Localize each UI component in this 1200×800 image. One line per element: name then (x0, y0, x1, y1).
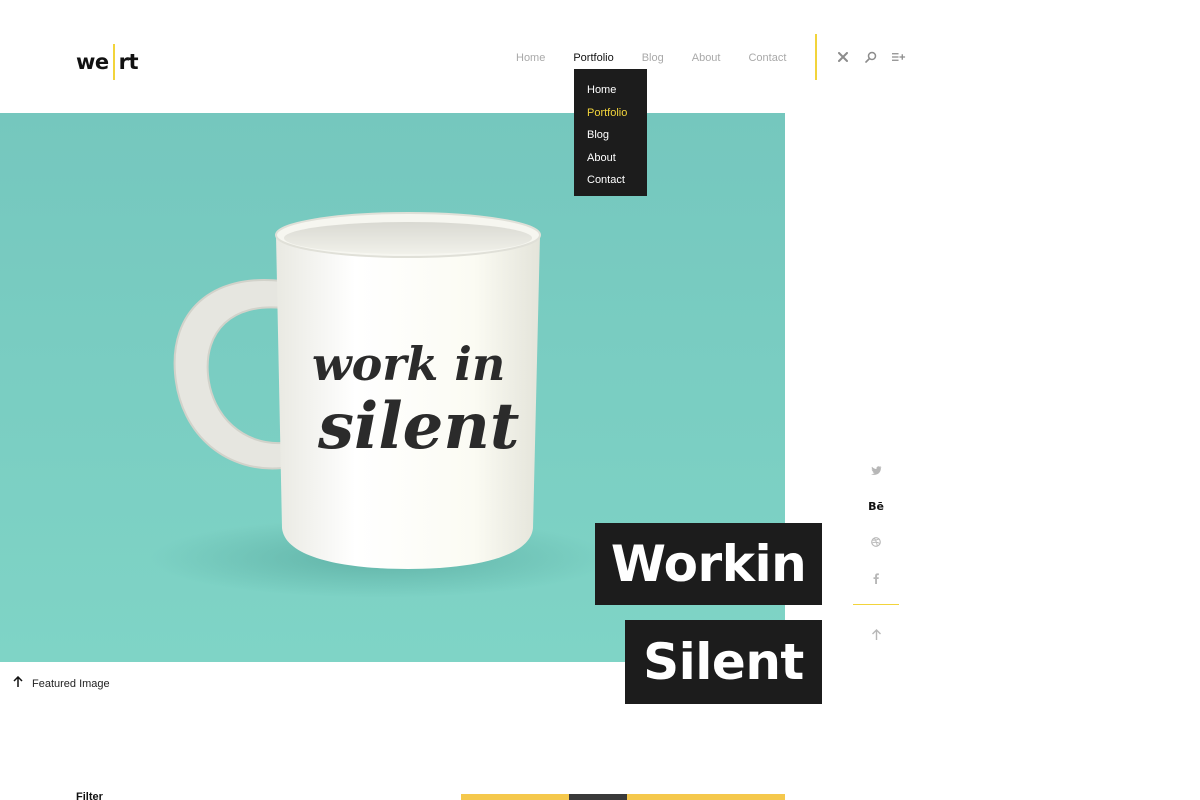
mug-text-line2: silent (317, 389, 519, 464)
filter-label[interactable]: Filter (76, 791, 103, 800)
nav-item-about[interactable]: About (692, 51, 721, 65)
social-links: Bē (853, 452, 899, 653)
dribbble-icon[interactable] (871, 524, 881, 560)
nav-item-portfolio[interactable]: Portfolio (573, 51, 613, 65)
logo-text-right: rt (118, 50, 139, 74)
featured-label: Featured Image (32, 678, 110, 690)
hero-title-line1: Workin (595, 523, 822, 605)
dropdown-item-contact[interactable]: Contact (587, 169, 647, 192)
twitter-icon[interactable] (870, 452, 882, 488)
social-divider (853, 604, 899, 605)
logo[interactable]: we rt (76, 44, 139, 80)
portfolio-dropdown: Home Portfolio Blog About Contact (574, 69, 647, 196)
main-nav: Home Portfolio Blog About Contact (516, 51, 814, 65)
dropdown-item-blog[interactable]: Blog (587, 124, 647, 147)
scroll-top-arrow-icon[interactable] (871, 617, 882, 653)
nav-item-blog[interactable]: Blog (642, 51, 664, 65)
behance-icon[interactable]: Bē (868, 488, 884, 524)
menu-add-icon[interactable] (892, 50, 906, 64)
portfolio-thumbnail-strip[interactable] (461, 794, 785, 800)
thumbnail-dark-segment (569, 794, 627, 800)
facebook-icon[interactable] (873, 560, 879, 596)
logo-text-left: we (76, 50, 109, 74)
dropdown-item-portfolio[interactable]: Portfolio (587, 102, 647, 125)
close-icon[interactable] (836, 50, 850, 64)
dropdown-item-about[interactable]: About (587, 147, 647, 170)
featured-caption[interactable]: Featured Image (12, 675, 110, 693)
nav-item-home[interactable]: Home (516, 51, 545, 65)
logo-accent-bar (112, 44, 115, 80)
mug-text-line1: work in (312, 337, 505, 391)
search-icon[interactable] (864, 50, 878, 64)
nav-divider (815, 34, 817, 80)
nav-tools (836, 50, 906, 64)
hero-title-line2: Silent (625, 620, 822, 704)
arrow-up-icon (12, 675, 24, 693)
dropdown-item-home[interactable]: Home (587, 79, 647, 102)
nav-item-contact[interactable]: Contact (748, 51, 786, 65)
